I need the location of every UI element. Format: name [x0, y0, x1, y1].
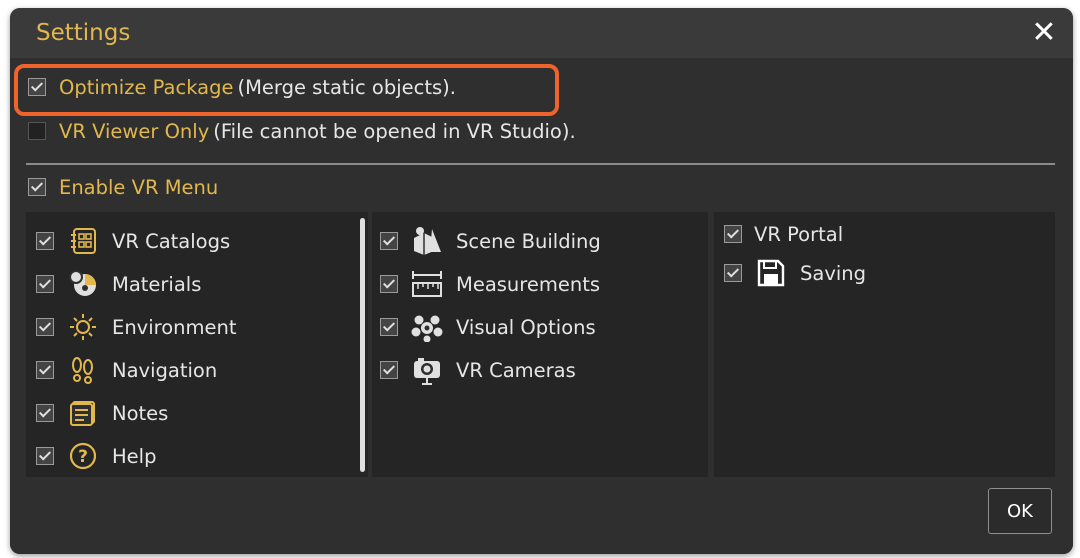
menu-item-label: Materials [112, 272, 202, 296]
menu-item-label: VR Portal [754, 222, 844, 246]
menu-panel-right [714, 212, 1055, 477]
environment-checkbox[interactable] [36, 318, 54, 336]
materials-sphere-icon [66, 269, 100, 299]
shapes-icon [410, 226, 444, 256]
enable-vr-menu-label: Enable VR Menu [59, 175, 219, 199]
dialog-title: Settings [36, 20, 131, 46]
menu-item-label: Visual Options [456, 315, 596, 339]
materials-checkbox[interactable] [36, 275, 54, 293]
menu-item-label: VR Catalogs [112, 229, 231, 253]
vr-portal-checkbox[interactable] [724, 225, 742, 243]
notes-checkbox[interactable] [36, 404, 54, 422]
vr-catalogs-checkbox[interactable] [36, 232, 54, 250]
help-icon: ? [66, 441, 100, 471]
menu-item-label: Saving [800, 261, 867, 285]
menu-item-label: Measurements [456, 272, 601, 296]
ok-button[interactable]: OK [988, 488, 1052, 534]
saving-checkbox[interactable] [724, 264, 742, 282]
menu-item-measurements[interactable]: Measurements [380, 267, 600, 301]
menu-item-label: VR Cameras [456, 358, 576, 382]
menu-item-label: Navigation [112, 358, 218, 382]
menu-item-vr-catalogs[interactable]: VR Catalogs [36, 224, 230, 258]
sun-icon [66, 312, 100, 342]
menu-item-label: Help [112, 444, 157, 468]
vr-viewer-only-label: VR Viewer Only [59, 119, 210, 143]
menu-item-label: Notes [112, 401, 169, 425]
menu-item-label: Scene Building [456, 229, 601, 253]
visual-options-checkbox[interactable] [380, 318, 398, 336]
menu-item-navigation[interactable]: Navigation [36, 353, 217, 387]
menu-item-vr-portal[interactable]: VR Portal [724, 217, 843, 251]
menu-item-notes[interactable]: Notes [36, 396, 168, 430]
ruler-icon [410, 269, 444, 299]
catalog-grid-icon [66, 226, 100, 256]
camera-icon [410, 355, 444, 385]
navigation-checkbox[interactable] [36, 361, 54, 379]
enable-vr-menu-option[interactable]: Enable VR Menu [28, 172, 218, 202]
vr-viewer-only-checkbox[interactable] [28, 122, 46, 140]
floppy-disk-icon [754, 258, 788, 288]
close-icon[interactable]: ✕ [1029, 18, 1059, 48]
vr-viewer-only-description: (File cannot be opened in VR Studio). [213, 119, 576, 143]
highlight-box [14, 64, 559, 116]
scene-building-checkbox[interactable] [380, 232, 398, 250]
menu-item-vr-cameras[interactable]: VR Cameras [380, 353, 576, 387]
dialog-titlebar: Settings ✕ [10, 8, 1073, 58]
menu-item-help[interactable]: ? Help [36, 439, 156, 473]
menu-item-materials[interactable]: Materials [36, 267, 201, 301]
vr-viewer-only-option[interactable]: VR Viewer Only (File cannot be opened in… [28, 116, 576, 146]
enable-vr-menu-checkbox[interactable] [28, 178, 46, 196]
settings-dialog: Settings ✕ Optimize Package (Merge stati… [10, 8, 1073, 554]
menu-item-saving[interactable]: Saving [724, 256, 866, 290]
menu-item-environment[interactable]: Environment [36, 310, 237, 344]
menu-item-visual-options[interactable]: Visual Options [380, 310, 596, 344]
menu-item-scene-building[interactable]: Scene Building [380, 224, 601, 258]
help-checkbox[interactable] [36, 447, 54, 465]
menu-item-label: Environment [112, 315, 237, 339]
vr-cameras-checkbox[interactable] [380, 361, 398, 379]
visual-options-icon [410, 312, 444, 342]
divider [26, 163, 1055, 165]
svg-text:?: ? [78, 447, 88, 467]
footprints-icon [66, 355, 100, 385]
notes-icon [66, 398, 100, 428]
scrollbar[interactable] [360, 218, 365, 472]
measurements-checkbox[interactable] [380, 275, 398, 293]
